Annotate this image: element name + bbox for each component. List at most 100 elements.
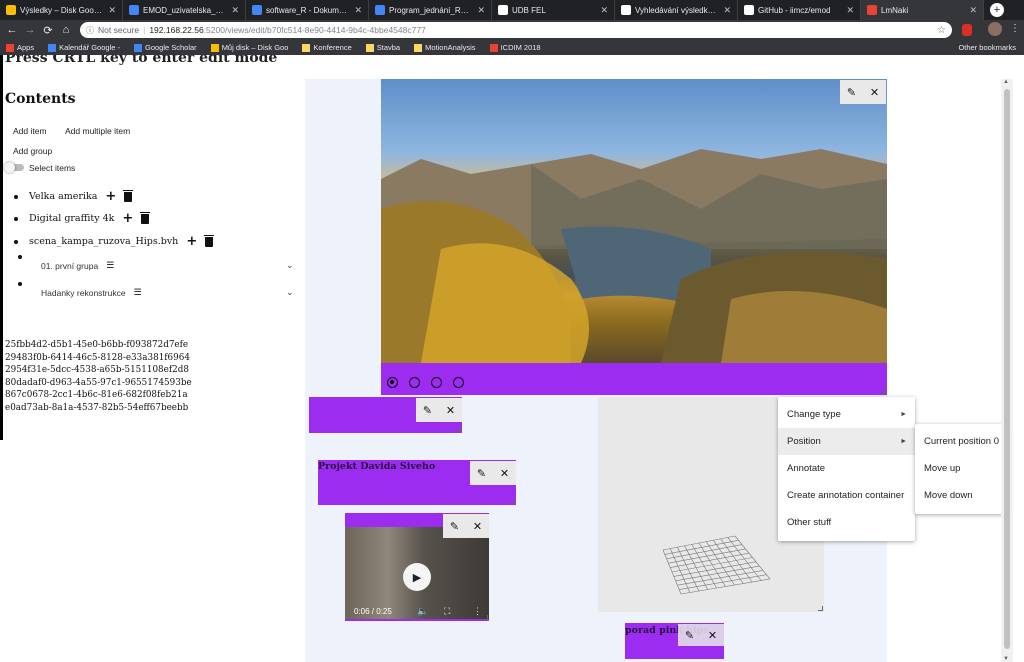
close-icon[interactable]: ✕: [708, 629, 717, 642]
slide-radio[interactable]: [431, 377, 442, 388]
menu-item[interactable]: Annotate: [778, 455, 915, 482]
resize-handle[interactable]: [456, 427, 461, 432]
extension-icon[interactable]: [962, 24, 972, 36]
bookmark-star-icon[interactable]: ☆: [937, 25, 946, 36]
project-panel[interactable]: Projekt Davida Siveho ✎ ✕: [318, 460, 516, 505]
edit-icon[interactable]: ✎: [847, 86, 856, 99]
slide-radio[interactable]: [453, 377, 464, 388]
content-item[interactable]: scena_kampa_ruzova_Hips.bvh +: [14, 234, 215, 249]
tab-close-icon[interactable]: ✕: [477, 5, 485, 16]
edit-icon[interactable]: ✎: [450, 520, 459, 533]
delete-icon[interactable]: [123, 189, 134, 202]
address-bar[interactable]: ⓘ Not secure | 192.168.22.56:5200/views/…: [80, 22, 952, 38]
delete-icon[interactable]: [204, 234, 215, 247]
submenu-item[interactable]: Current position 0: [915, 428, 1010, 455]
close-icon[interactable]: ✕: [870, 86, 879, 99]
browser-tab[interactable]: UDB FEL ✕: [492, 0, 615, 20]
new-tab-button[interactable]: +: [990, 3, 1004, 17]
menu-item[interactable]: Change type ►: [778, 401, 915, 428]
tab-close-icon[interactable]: ✕: [969, 5, 977, 16]
group-item[interactable]: 01. první grupa ☰: [41, 260, 114, 271]
image-slideshow-panel[interactable]: ✎ ✕: [381, 79, 887, 395]
delete-sweep-icon[interactable]: ☰: [134, 287, 142, 298]
bookmark-label: Stavba: [376, 43, 401, 52]
select-items-toggle[interactable]: [4, 162, 24, 173]
add-multiple-item-button[interactable]: Add multiple item: [65, 126, 130, 136]
edit-icon[interactable]: ✎: [685, 629, 694, 642]
content-item[interactable]: Digital graffity 4k +: [14, 211, 151, 226]
video-panel[interactable]: ▶ 0:06 / 0:25 🔈 ⛶ ⋮ ✎ ✕: [345, 513, 489, 621]
chevron-down-icon[interactable]: ⌄: [286, 288, 294, 298]
more-options-icon[interactable]: ⋮: [473, 606, 482, 617]
volume-icon[interactable]: 🔈: [417, 606, 428, 617]
tab-title: software_R - Dokumenty: [266, 5, 351, 15]
browser-tab[interactable]: software_R - Dokumenty ✕: [246, 0, 369, 20]
reload-button[interactable]: ⟳: [39, 24, 57, 37]
bookmark-item[interactable]: Stavba: [365, 43, 401, 52]
scroll-thumb[interactable]: [1004, 89, 1010, 649]
browser-tab[interactable]: GitHub - iimcz/emod ✕: [738, 0, 861, 20]
delete-sweep-icon[interactable]: ☰: [106, 260, 114, 271]
tab-close-icon[interactable]: ✕: [108, 5, 116, 16]
other-bookmarks[interactable]: Other bookmarks: [958, 43, 1016, 52]
play-button[interactable]: ▶: [403, 563, 431, 591]
bookmark-item[interactable]: MotionAnalysis: [414, 43, 476, 52]
back-button[interactable]: ←: [3, 24, 21, 36]
forward-button[interactable]: →: [21, 24, 39, 36]
tab-close-icon[interactable]: ✕: [231, 5, 239, 16]
resize-handle[interactable]: [510, 499, 515, 504]
edit-icon[interactable]: ✎: [423, 404, 432, 417]
bookmark-item[interactable]: Konference: [302, 43, 352, 52]
slide-radio[interactable]: [387, 377, 398, 388]
folder-icon: [414, 43, 423, 52]
add-item-button[interactable]: Add item: [13, 126, 47, 136]
chevron-down-icon[interactable]: ⌄: [286, 261, 294, 271]
fullscreen-icon[interactable]: ⛶: [444, 606, 450, 617]
browser-tab[interactable]: LmNaki ✕: [861, 0, 984, 20]
resize-handle[interactable]: [818, 606, 823, 611]
bookmark-item[interactable]: Google Scholar: [133, 43, 197, 52]
bookmark-item[interactable]: Můj disk – Disk Goo: [210, 43, 288, 52]
close-icon[interactable]: ✕: [500, 467, 509, 480]
bookmark-item[interactable]: Apps: [6, 43, 34, 52]
slide-radio[interactable]: [409, 377, 420, 388]
menu-item[interactable]: Create annotation container: [778, 482, 915, 509]
browser-tab[interactable]: Vyhledávání výsledků - V ✕: [615, 0, 738, 20]
add-icon[interactable]: +: [186, 234, 197, 249]
browser-tab[interactable]: EMOD_uzivatelska_doku ✕: [123, 0, 246, 20]
video-player[interactable]: ▶ 0:06 / 0:25 🔈 ⛶ ⋮: [345, 527, 489, 619]
menu-item[interactable]: Other stuff: [778, 509, 915, 536]
resize-handle[interactable]: [483, 615, 488, 620]
group-item[interactable]: Hadanky rekonstrukce ☰: [41, 287, 142, 298]
resize-handle[interactable]: [881, 389, 886, 394]
page-scrollbar[interactable]: ▲ ▼: [1001, 79, 1013, 662]
delete-icon[interactable]: [140, 211, 151, 224]
submenu-item[interactable]: Move down: [915, 482, 1010, 509]
scroll-down-arrow[interactable]: ▼: [1003, 656, 1009, 662]
home-button[interactable]: ⌂: [57, 24, 75, 36]
info-icon[interactable]: ⓘ: [86, 25, 94, 36]
empty-panel[interactable]: ✎ ✕: [309, 397, 462, 433]
scroll-up-arrow[interactable]: ▲: [1003, 79, 1009, 85]
browser-tab[interactable]: Program_jednání_RRIIM ✕: [369, 0, 492, 20]
pink-hips-panel[interactable]: porad pink hips ✎ ✕: [625, 623, 724, 659]
add-group-button[interactable]: Add group: [13, 146, 52, 156]
browser-tab[interactable]: Výsledky – Disk Google ✕: [0, 0, 123, 20]
add-icon[interactable]: +: [122, 211, 133, 226]
tab-close-icon[interactable]: ✕: [600, 5, 608, 16]
bookmark-item[interactable]: Kalendář Google -: [48, 43, 120, 52]
tab-close-icon[interactable]: ✕: [723, 5, 731, 16]
tab-close-icon[interactable]: ✕: [354, 5, 362, 16]
close-icon[interactable]: ✕: [446, 404, 455, 417]
close-icon[interactable]: ✕: [473, 520, 482, 533]
video-time: 0:06 / 0:25: [354, 607, 392, 616]
bookmark-item[interactable]: ICDIM 2018: [489, 43, 541, 52]
menu-item[interactable]: Position ►: [778, 428, 915, 455]
edit-icon[interactable]: ✎: [477, 467, 486, 480]
tab-close-icon[interactable]: ✕: [846, 5, 854, 16]
submenu-item[interactable]: Move up: [915, 455, 1010, 482]
content-item[interactable]: Velka amerika +: [14, 189, 134, 204]
menu-icon[interactable]: ⋮: [1010, 23, 1020, 34]
profile-avatar[interactable]: [988, 22, 1002, 36]
add-icon[interactable]: +: [105, 189, 116, 204]
